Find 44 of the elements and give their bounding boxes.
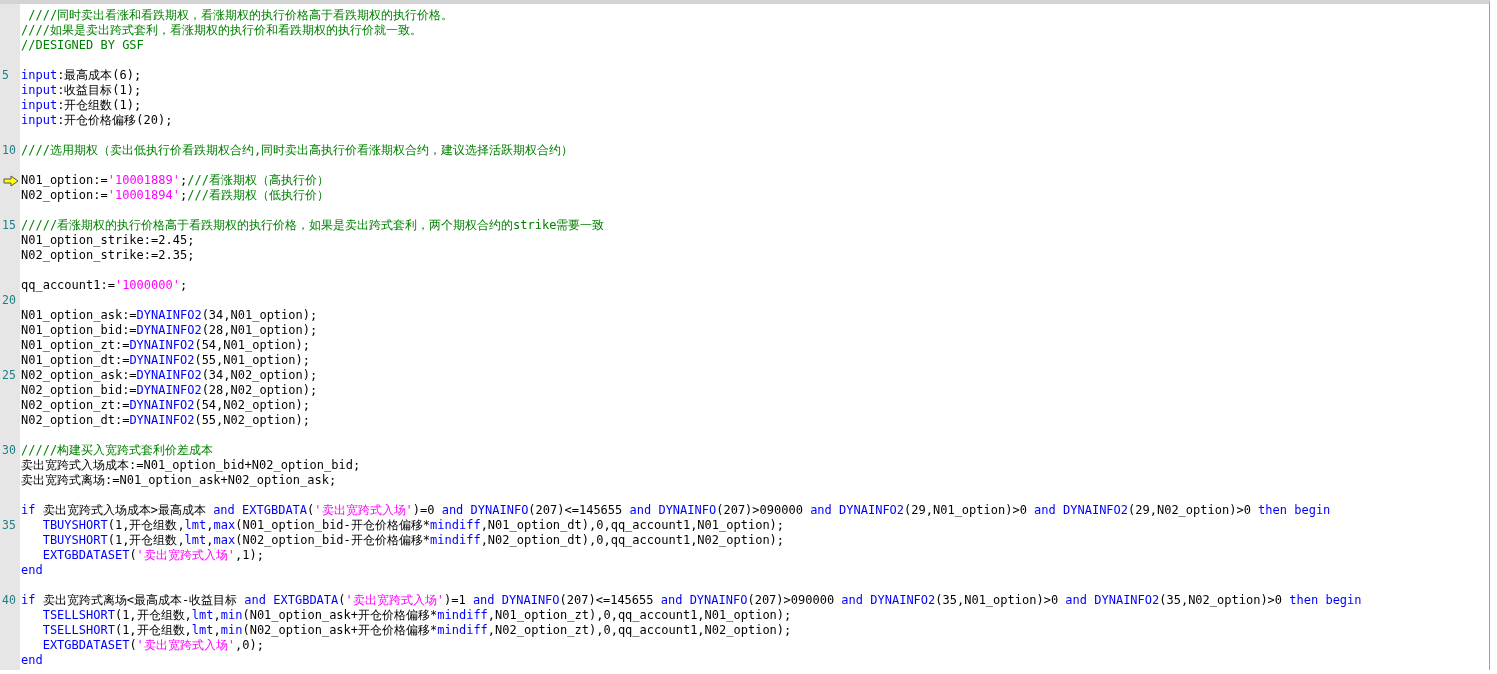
code-line: end — [21, 653, 43, 668]
code-line: input:开仓组数(1); — [21, 98, 142, 113]
code-line: N02_option_strike:=2.35; — [21, 248, 195, 263]
code-line: N01_option_bid:=DYNAINFO2(28,N01_option); — [21, 323, 318, 338]
code-line: ////选用期权（卖出低执行价看跌期权合约,同时卖出高执行价看涨期权合约，建议选择活跃期权合约） — [21, 143, 574, 158]
code-line: qq_account1:='1000000'; — [21, 278, 188, 293]
code-line: end — [21, 563, 43, 578]
code-line: if 卖出宽跨式离场<最高成本-收益目标 and EXTGBDATA('卖出宽跨式入场')=1 and DYNAINFO(207)<=145655 and DYNAINFO(207)>090000 and DYNAINFO2(35,N01_option)>0 and DYNAINFO2(35,N02_option)>0 then begin — [21, 593, 1362, 608]
code-line: ////同时卖出看涨和看跌期权，看涨期权的执行价格高于看跌期权的执行价格。 — [27, 8, 454, 23]
code-line: TSELLSHORT(1,开仓组数,lmt,min(N02_option_ask+开仓价格偏移*mindiff,N02_option_zt),0,qq_account1,N02_option); — [41, 623, 792, 638]
code-line: /////看涨期权的执行价格高于看跌期权的执行价格，如果是卖出跨式套利，两个期权合约的strike需要一致 — [21, 218, 605, 233]
code-line: TBUYSHORT(1,开仓组数,lmt,max(N02_option_bid-开仓价格偏移*mindiff,N02_option_dt),0,qq_account1,N02_option); — [41, 533, 785, 548]
code-line: input:开仓价格偏移(20); — [21, 113, 173, 128]
code-line: N01_option_ask:=DYNAINFO2(34,N01_option); — [21, 308, 318, 323]
code-line: N01_option:='10001889';///看涨期权（高执行价） — [21, 173, 329, 188]
code-line: N02_option_zt:=DYNAINFO2(54,N02_option); — [21, 398, 310, 413]
line-number: 15 — [2, 219, 16, 232]
code-line: input:最高成本(6); — [21, 68, 142, 83]
code-line: N02_option_dt:=DYNAINFO2(55,N02_option); — [21, 413, 310, 428]
code-line: input:收益目标(1); — [21, 83, 142, 98]
code-line: EXTGBDATASET('卖出宽跨式入场',0); — [41, 638, 264, 653]
code-line: 卖出宽跨式入场成本:=N01_option_bid+N02_option_bid; — [21, 458, 361, 473]
code-editor[interactable] — [0, 0, 1490, 670]
line-number: 25 — [2, 369, 16, 382]
line-number: 30 — [2, 444, 16, 457]
code-line: N02_option:='10001894';///看跌期权（低执行价） — [21, 188, 329, 203]
code-line: if 卖出宽跨式入场成本>最高成本 and EXTGBDATA('卖出宽跨式入场')=0 and DYNAINFO(207)<=145655 and DYNAINFO(207)>090000 and DYNAINFO2(29,N01_option)>0 and DYNAINFO2(29,N02_option)>0 then begin — [21, 503, 1331, 518]
line-number: 20 — [2, 294, 16, 307]
code-line: EXTGBDATASET('卖出宽跨式入场',1); — [41, 548, 264, 563]
code-line: /////构建买入宽跨式套利价差成本 — [21, 443, 214, 458]
code-line: N02_option_bid:=DYNAINFO2(28,N02_option); — [21, 383, 318, 398]
line-number: 5 — [2, 69, 9, 82]
code-line: N02_option_ask:=DYNAINFO2(34,N02_option); — [21, 368, 318, 383]
code-line: TSELLSHORT(1,开仓组数,lmt,min(N01_option_ask+开仓价格偏移*mindiff,N01_option_zt),0,qq_account1,N01_option); — [41, 608, 792, 623]
code-line: 卖出宽跨式离场:=N01_option_ask+N02_option_ask; — [21, 473, 337, 488]
line-number: 35 — [2, 519, 16, 532]
code-line: N01_option_dt:=DYNAINFO2(55,N01_option); — [21, 353, 310, 368]
code-line: N01_option_zt:=DYNAINFO2(54,N01_option); — [21, 338, 310, 353]
line-number: 40 — [2, 594, 16, 607]
code-line: ////如果是卖出跨式套利，看涨期权的执行价和看跌期权的执行价就一致。 — [21, 23, 422, 38]
line-number: 10 — [2, 144, 16, 157]
code-line: TBUYSHORT(1,开仓组数,lmt,max(N01_option_bid-开仓价格偏移*mindiff,N01_option_dt),0,qq_account1,N01_option); — [41, 518, 785, 533]
code-line: //DESIGNED BY GSF — [21, 38, 144, 53]
code-line: N01_option_strike:=2.45; — [21, 233, 195, 248]
